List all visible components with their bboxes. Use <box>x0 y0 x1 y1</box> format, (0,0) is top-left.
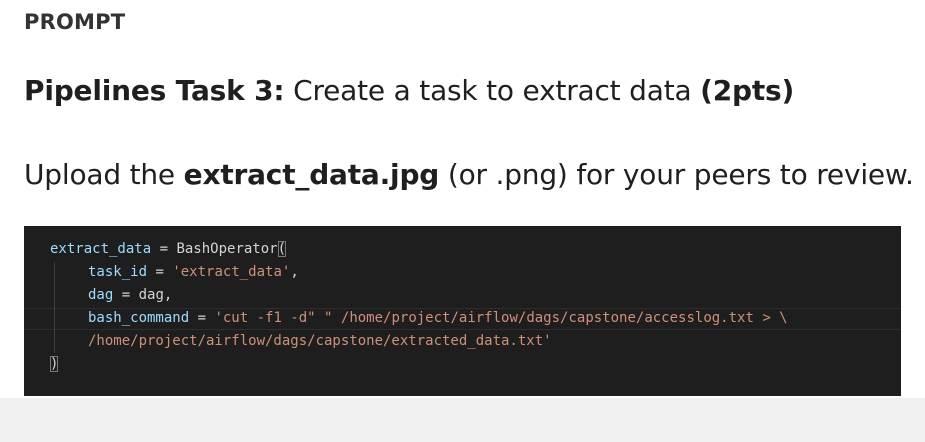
code-operator-call: = BashOperator <box>151 241 278 257</box>
upload-filename: extract_data.jpg <box>183 158 440 191</box>
code-dag-key: dag <box>88 287 114 303</box>
footer-strip <box>0 398 925 442</box>
code-task-id-value: 'extract_data' <box>172 264 291 280</box>
code-open-paren: ( <box>277 241 287 257</box>
upload-prefix: Upload the <box>24 158 184 191</box>
code-bash-command-key: bash_command <box>88 310 190 326</box>
code-dag-value: = dag, <box>113 287 173 303</box>
code-comma: , <box>290 264 299 280</box>
upload-suffix: (or .png) for your peers to review. <box>439 158 914 191</box>
task-title-bold: Pipelines Task 3: <box>24 74 285 107</box>
indent-guide <box>54 262 55 353</box>
code-bash-command-value: 'cut -f1 -d" " /home/project/airflow/dag… <box>214 310 788 326</box>
code-line-6: ) <box>50 353 59 375</box>
code-line-4: bash_command = 'cut -f1 -d" " /home/proj… <box>88 307 788 329</box>
code-equals: = <box>147 264 173 280</box>
code-screenshot: extract_data = BashOperator( task_id = '… <box>24 226 901 396</box>
task-points: (2pts) <box>700 74 795 107</box>
prompt-label: PROMPT <box>24 10 126 34</box>
prompt-card: PROMPT Pipelines Task 3: Create a task t… <box>0 0 925 398</box>
code-line-5: /home/project/airflow/dags/capstone/extr… <box>88 330 552 352</box>
upload-instruction: Upload the extract_data.jpg (or .png) fo… <box>24 158 914 191</box>
code-line-1: extract_data = BashOperator( <box>50 238 287 260</box>
code-variable: extract_data <box>50 241 152 257</box>
task-description: Create a task to extract data <box>284 74 701 107</box>
code-close-paren: ) <box>50 356 59 372</box>
code-line-2: task_id = 'extract_data', <box>88 261 299 283</box>
code-bash-command-continuation: /home/project/airflow/dags/capstone/extr… <box>88 333 552 349</box>
code-equals: = <box>189 310 215 326</box>
task-heading: Pipelines Task 3: Create a task to extra… <box>24 74 794 107</box>
code-line-3: dag = dag, <box>88 284 172 306</box>
code-task-id-key: task_id <box>88 264 148 280</box>
